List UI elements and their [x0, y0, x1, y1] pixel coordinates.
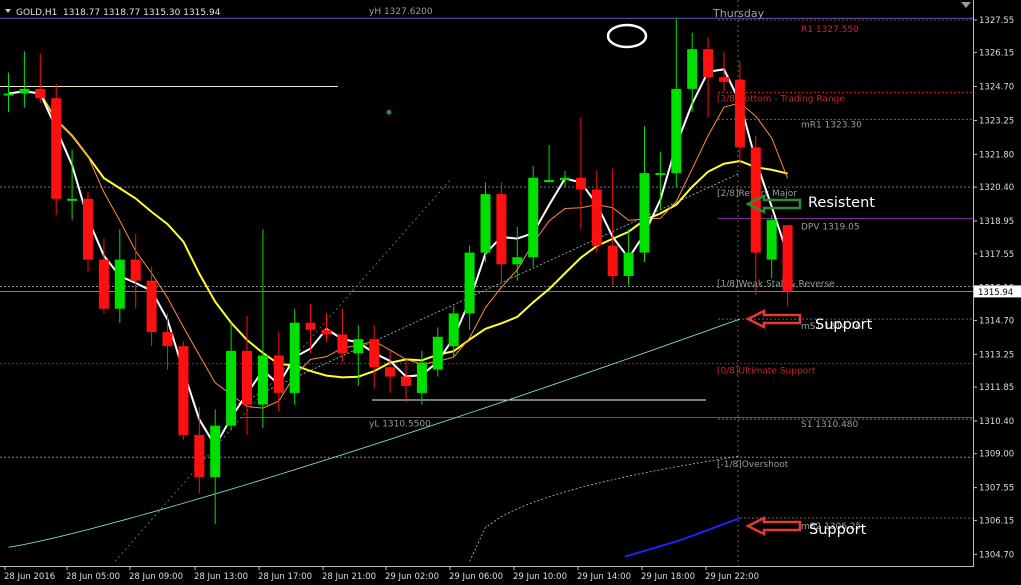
- candle-bull: [3, 93, 14, 96]
- x-tick-label: 28 Jun 21:00: [322, 572, 376, 582]
- y-tick-label: 1314.70: [979, 316, 1014, 326]
- x-tick-label: 29 Jun 06:00: [449, 572, 503, 582]
- candle-bull: [528, 177, 539, 258]
- x-tick-label: 29 Jun 22:00: [705, 572, 759, 582]
- candle-bull: [464, 252, 475, 314]
- candle-bull: [766, 219, 777, 260]
- annotation-label: Support: [809, 522, 867, 538]
- candle-bear: [782, 225, 793, 292]
- candle-bear: [194, 435, 205, 478]
- candle-bear: [305, 322, 316, 330]
- y-tick-label: 1313.25: [979, 350, 1014, 360]
- y-tick-label: 1304.70: [979, 550, 1014, 560]
- ohlc-readout: 1318.77 1318.77 1315.30 1315.94: [63, 8, 221, 18]
- x-tick-label: 29 Jun 18:00: [641, 572, 695, 582]
- candle-bull: [114, 259, 125, 309]
- candle-bull: [416, 362, 427, 393]
- candle-bull: [226, 350, 237, 426]
- candle-bear: [369, 339, 380, 368]
- level-label: mR1 1323.30: [801, 120, 862, 130]
- annotation-label: Resistent: [808, 195, 875, 211]
- y-tick-label: 1310.40: [979, 417, 1014, 427]
- candle-bear: [591, 189, 602, 246]
- candle-bull: [687, 49, 698, 89]
- candle-bear: [719, 77, 729, 82]
- candle-bear: [385, 367, 396, 377]
- candle-bull: [19, 88, 30, 94]
- candle-bull: [512, 257, 523, 265]
- y-tick-label: 1307.55: [979, 484, 1014, 494]
- candle-bull: [544, 180, 555, 183]
- candle-bear: [162, 332, 173, 347]
- y-tick-label: 1320.40: [979, 183, 1014, 193]
- candle-bear: [130, 259, 141, 281]
- candle-bear: [98, 259, 109, 309]
- candle-bear: [51, 98, 62, 199]
- x-tick-label: 28 Jun 2016: [4, 572, 55, 582]
- candle-bull: [432, 336, 443, 370]
- candle-bull: [448, 313, 459, 347]
- candle-bull: [671, 88, 682, 174]
- y-tick-label: 1311.85: [979, 383, 1014, 393]
- y-tick-label: 1309.00: [979, 450, 1014, 460]
- candle-bear: [146, 280, 157, 333]
- y-tick-label: 1327.55: [979, 16, 1014, 26]
- marker-dot: [386, 109, 392, 115]
- candle-bear: [703, 49, 714, 78]
- candle-bull: [257, 355, 268, 405]
- candle-bear: [575, 177, 586, 190]
- level-label: S1 1310.480: [801, 420, 859, 430]
- x-tick-label: 28 Jun 09:00: [129, 572, 183, 582]
- level-label: [1/8]Weak Stall & Reverse: [717, 280, 835, 290]
- level-label: yL 1310.5500: [369, 419, 431, 429]
- candle-bull: [353, 339, 364, 354]
- candle-bull: [210, 425, 221, 478]
- candle-bear: [401, 376, 411, 386]
- candle-bull: [639, 173, 650, 253]
- x-tick-label: 29 Jun 02:00: [385, 572, 439, 582]
- candle-bear: [242, 350, 252, 405]
- level-label: [0/8]Ultimate Support: [717, 367, 816, 377]
- candle-bear: [734, 79, 745, 148]
- candle-bear: [83, 198, 93, 260]
- candle-bull: [560, 177, 570, 181]
- candle-bull: [480, 194, 491, 253]
- price-chart: yH 1327.6200R1 1327.550[3/8]Bottom - Tra…: [0, 0, 1021, 585]
- y-tick-label: 1318.95: [979, 217, 1014, 227]
- level-label: DPV 1319.05: [801, 223, 860, 233]
- level-label: R1 1327.550: [801, 25, 859, 35]
- x-tick-label: 29 Jun 14:00: [577, 572, 631, 582]
- candle-bull: [289, 322, 300, 393]
- candle-bull: [655, 173, 666, 176]
- candle-bear: [321, 329, 332, 335]
- x-tick-label: 28 Jun 05:00: [66, 572, 120, 582]
- candle-bear: [35, 88, 46, 99]
- level-label: [-1/8]Overshoot: [717, 460, 789, 470]
- candle-bear: [607, 245, 618, 276]
- current-price-label: 1315.94: [978, 288, 1013, 298]
- candle-bear: [178, 346, 189, 436]
- candle-bear: [496, 194, 507, 265]
- annotation-label: Support: [815, 317, 873, 333]
- x-tick-label: 28 Jun 13:00: [194, 572, 248, 582]
- candle-bear: [337, 334, 348, 354]
- y-tick-label: 1317.55: [979, 250, 1014, 260]
- candle-bear: [273, 355, 284, 393]
- day-label: Thursday: [712, 7, 765, 20]
- y-tick-label: 1323.25: [979, 116, 1014, 126]
- y-tick-label: 1326.15: [979, 49, 1014, 59]
- x-tick-label: 29 Jun 10:00: [513, 572, 567, 582]
- level-label: yH 1327.6200: [369, 7, 433, 17]
- candle-bull: [623, 252, 634, 276]
- y-tick-label: 1321.80: [979, 150, 1014, 160]
- candle-bull: [67, 198, 78, 201]
- y-tick-label: 1306.15: [979, 516, 1014, 526]
- y-tick-label: 1324.70: [979, 83, 1014, 93]
- symbol-label: GOLD,H1: [16, 8, 57, 18]
- x-tick-label: 28 Jun 17:00: [258, 572, 312, 582]
